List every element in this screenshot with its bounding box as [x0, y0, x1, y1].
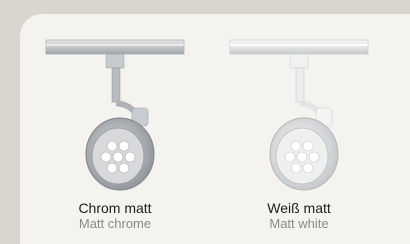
finish-name-de: Weiß matt — [267, 200, 331, 216]
track-spotlight-chrome-icon — [45, 39, 185, 191]
finish-name-en: Matt chrome — [78, 216, 152, 231]
finish-option-chrome: Chrom matt Matt chrome — [40, 14, 190, 244]
finish-name-en: Matt white — [269, 216, 329, 231]
product-finish-panel: Chrom matt Matt chrome Weiß matt Matt wh… — [20, 14, 410, 244]
track-spotlight-white-icon — [229, 39, 369, 191]
finish-caption-chrome: Chrom matt Matt chrome — [40, 200, 190, 232]
finish-name-de: Chrom matt — [78, 200, 152, 216]
finish-caption-white: Weiß matt Matt white — [224, 200, 374, 232]
finish-option-white: Weiß matt Matt white — [224, 14, 374, 244]
